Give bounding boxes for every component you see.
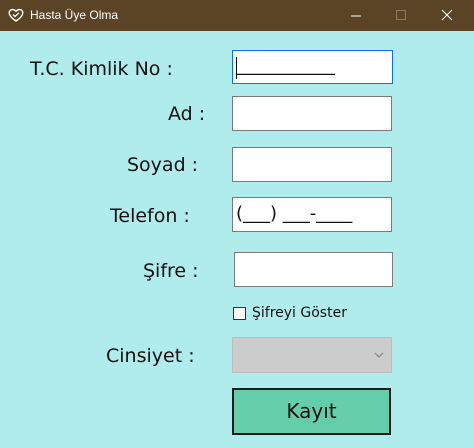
show-password-checkbox[interactable] [233,307,246,320]
minimize-icon [351,15,361,17]
gender-select[interactable] [232,337,392,373]
title-bar: Hasta Üye Olma [0,0,474,31]
maximize-button[interactable] [378,0,424,31]
password-label: Şifre : [143,260,199,282]
name-label: Ad : [168,103,206,125]
window-title: Hasta Üye Olma [30,8,119,22]
password-input[interactable] [234,252,393,287]
phone-label: Telefon : [110,205,190,227]
tc-input[interactable]: ___________ [232,50,393,84]
close-icon [441,9,453,21]
heart-hands-icon [7,6,25,24]
show-password-label[interactable]: Şifreyi Göster [252,305,347,321]
chevron-down-icon [374,352,384,358]
register-button[interactable]: Kayıt [232,388,391,435]
form-panel: T.C. Kimlik No : ___________ Ad : Soyad … [0,31,474,448]
surname-label: Soyad : [127,154,199,176]
phone-input-value: (___) ___-____ [236,202,353,224]
surname-input[interactable] [232,147,392,182]
tc-input-value: ___________ [236,54,335,76]
gender-label: Cinsiyet : [106,345,195,367]
close-button[interactable] [424,0,470,31]
name-input[interactable] [232,96,392,131]
minimize-button[interactable] [333,0,379,31]
maximize-icon [396,10,406,20]
tc-label: T.C. Kimlik No : [30,58,173,80]
phone-input[interactable]: (___) ___-____ [232,197,392,232]
